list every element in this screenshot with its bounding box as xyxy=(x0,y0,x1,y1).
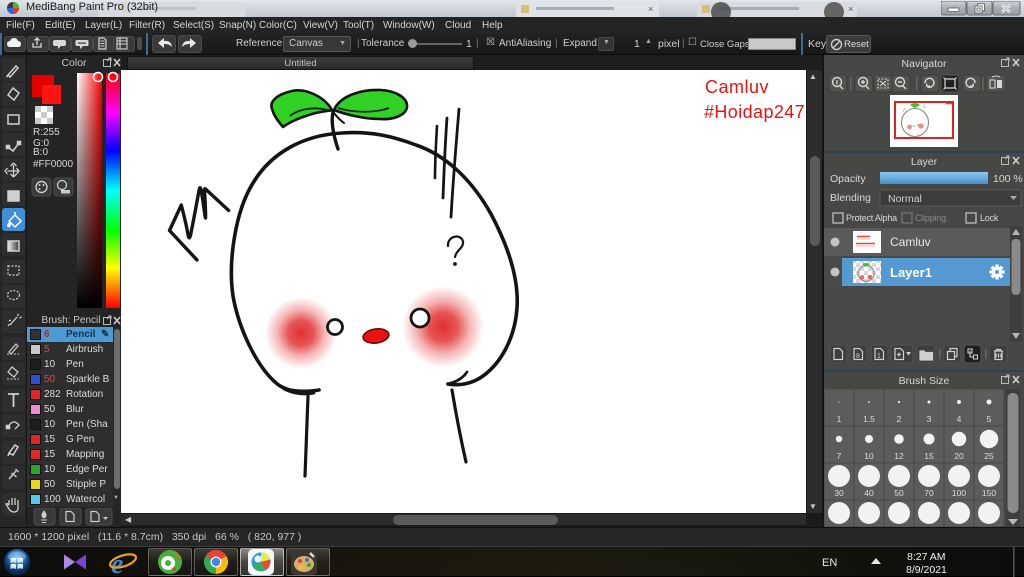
svg-text:×: × xyxy=(648,4,653,14)
svg-text:12: 12 xyxy=(894,451,904,461)
svg-text:8/9/2021: 8/9/2021 xyxy=(906,564,947,576)
svg-text:20: 20 xyxy=(954,451,964,461)
svg-text:EN: EN xyxy=(822,557,837,569)
svg-text:5: 5 xyxy=(987,414,992,424)
svg-text:Camluv: Camluv xyxy=(705,77,769,97)
svg-text:150: 150 xyxy=(982,488,996,498)
svg-text:15: 15 xyxy=(924,451,934,461)
svg-text:B:0: B:0 xyxy=(33,147,48,158)
svg-text:R:255: R:255 xyxy=(33,127,60,138)
svg-text:Normal: Normal xyxy=(888,193,922,205)
svg-text:3: 3 xyxy=(927,414,932,424)
svg-text:Layer1: Layer1 xyxy=(890,265,932,280)
svg-text:×: × xyxy=(848,4,853,14)
svg-text:1: 1 xyxy=(877,353,881,360)
svg-text:10: 10 xyxy=(864,451,874,461)
svg-text:#FF0000: #FF0000 xyxy=(33,159,73,170)
svg-text:Layer: Layer xyxy=(911,156,938,168)
svg-text:8: 8 xyxy=(856,353,860,360)
svg-text:70: 70 xyxy=(924,488,934,498)
svg-text:7: 7 xyxy=(837,451,842,461)
svg-text:100: 100 xyxy=(952,488,966,498)
svg-text:40: 40 xyxy=(864,488,874,498)
svg-text:Lock: Lock xyxy=(980,213,999,223)
svg-text:e: e xyxy=(111,549,123,577)
svg-text:4: 4 xyxy=(957,414,962,424)
svg-text:2: 2 xyxy=(897,414,902,424)
svg-text:#Hoidap247: #Hoidap247 xyxy=(704,102,805,122)
svg-text:Brush Size: Brush Size xyxy=(899,375,950,387)
svg-text:Protect Alpha: Protect Alpha xyxy=(846,213,897,223)
svg-text:Opacity: Opacity xyxy=(830,173,866,185)
svg-text:30: 30 xyxy=(834,488,844,498)
svg-text:100 %: 100 % xyxy=(993,173,1023,185)
svg-text:25: 25 xyxy=(984,451,994,461)
svg-text:Navigator: Navigator xyxy=(902,58,947,70)
svg-text:1: 1 xyxy=(837,414,842,424)
svg-text:Clipping: Clipping xyxy=(915,213,946,223)
svg-text:1.5: 1.5 xyxy=(863,414,875,424)
svg-text:Camluv: Camluv xyxy=(890,235,931,249)
svg-text:Blending: Blending xyxy=(830,192,871,204)
svg-text:50: 50 xyxy=(894,488,904,498)
svg-text:8:27 AM: 8:27 AM xyxy=(907,551,946,563)
